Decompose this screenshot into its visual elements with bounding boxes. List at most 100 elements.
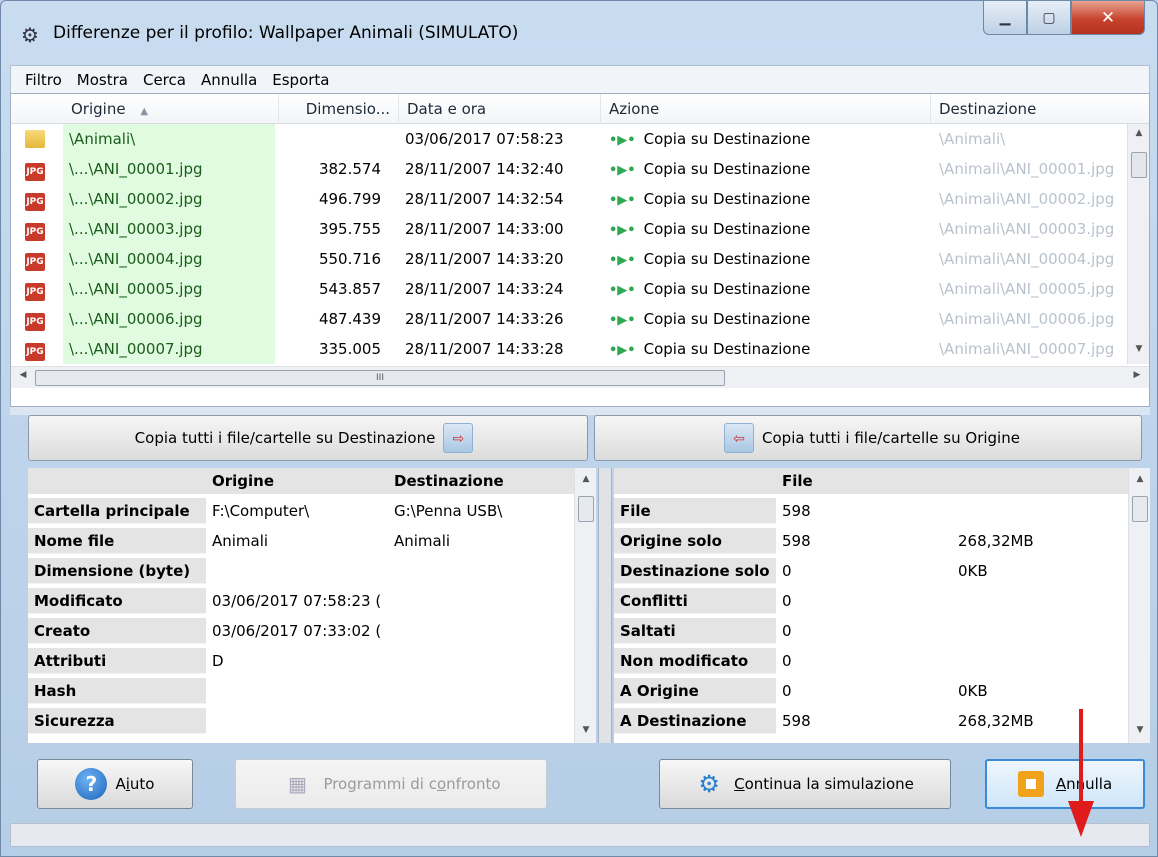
column-action[interactable]: Azione [601, 94, 931, 124]
window-title: Differenze per il profilo: Wallpaper Ani… [53, 23, 519, 43]
hscroll-thumb[interactable]: III [35, 370, 725, 386]
jpg-file-icon: JPG [25, 283, 45, 301]
scroll-up-icon[interactable]: ▲ [1128, 128, 1149, 144]
title-bar[interactable]: ⚙ Differenze per il profilo: Wallpaper A… [1, 1, 1157, 65]
minimize-button[interactable]: ▁ [983, 1, 1027, 35]
list-row[interactable]: JPG \...\ANI_00003.jpg 395.755 28/11/2007 1… [11, 214, 1129, 244]
compare-programs-button[interactable]: ▦ Programmi di confronto [235, 759, 547, 809]
scroll-down-icon[interactable]: ▼ [1128, 344, 1149, 360]
stats-row-count: 0 [782, 592, 792, 610]
stats-row-count: 598 [782, 532, 811, 550]
scroll-right-icon[interactable]: ▶ [1127, 370, 1147, 386]
details-row-origin: 03/06/2017 07:58:23 ( [212, 592, 382, 610]
scroll-left-icon[interactable]: ◀ [13, 370, 33, 386]
splitter[interactable] [10, 407, 1150, 415]
details-row-origin [206, 708, 388, 734]
column-destination[interactable]: Destinazione [931, 94, 1149, 124]
differences-list[interactable]: Origine ▲ Dimensio... Data e ora Azione … [10, 93, 1150, 407]
close-button[interactable]: ✕ [1071, 1, 1145, 35]
copy-all-to-destination-button[interactable]: Copia tutti i file/cartelle su Destinazi… [28, 415, 588, 461]
details-row: Creato 03/06/2017 07:33:02 ( [28, 618, 596, 644]
jpg-file-icon: JPG [25, 163, 45, 181]
row-date: 28/11/2007 14:33:26 [405, 310, 564, 328]
stats-row-count: 0 [782, 622, 792, 640]
row-origin: \...\ANI_00004.jpg [63, 244, 275, 274]
compare-programs-label: Programmi di confronto [323, 775, 501, 793]
menu-annulla[interactable]: Annulla [201, 71, 257, 89]
scroll-thumb[interactable] [1131, 152, 1147, 178]
list-row[interactable]: JPG \...\ANI_00007.jpg 335.005 28/11/2007 1… [11, 334, 1129, 364]
copy-arrow-icon: •▶• [609, 193, 636, 208]
help-button[interactable]: ? Aiuto [37, 759, 193, 809]
menu-esporta[interactable]: Esporta [272, 71, 329, 89]
stats-grid[interactable]: File ▲ ▼ File 598 Origine solo 598 268,32MB D… [614, 468, 1150, 743]
maximize-button[interactable]: ▢ [1027, 1, 1071, 35]
row-destination: \Animali\ANI_00001.jpg [939, 160, 1115, 178]
row-size: 550.716 [318, 250, 381, 268]
panel-divider[interactable] [598, 468, 612, 743]
details-row: Modificato 03/06/2017 07:58:23 ( [28, 588, 596, 614]
row-action: •▶• Copia su Destinazione [609, 220, 811, 238]
list-row[interactable]: JPG \...\ANI_00005.jpg 543.857 28/11/2007 1… [11, 274, 1129, 304]
row-origin: \...\ANI_00001.jpg [63, 154, 275, 184]
details-row-origin [206, 558, 388, 584]
copy-arrow-icon: •▶• [609, 283, 636, 298]
column-size[interactable]: Dimensio... [279, 94, 399, 124]
menu-bar: Filtro Mostra Cerca Annulla Esporta [10, 65, 1150, 93]
row-date: 28/11/2007 14:33:24 [405, 280, 564, 298]
list-row[interactable]: JPG \...\ANI_00004.jpg 550.716 28/11/2007 1… [11, 244, 1129, 274]
stats-row-count: 598 [782, 502, 811, 520]
profile-icon: ⚙ [21, 23, 39, 47]
stats-row-label: Saltati [614, 618, 776, 644]
row-origin: \...\ANI_00002.jpg [63, 184, 275, 214]
list-body: \Animali\ 03/06/2017 07:58:23 •▶• Copia su … [11, 124, 1129, 364]
cancel-button[interactable]: Annulla [985, 759, 1145, 809]
menu-filtro[interactable]: Filtro [25, 71, 62, 89]
continue-simulation-button[interactable]: ⚙ Continua la simulazione [659, 759, 951, 809]
details-grid[interactable]: Origine Destinazione ▲ ▼ Cartella princi… [28, 468, 596, 743]
details-scroll-up-icon[interactable]: ▲ [575, 474, 596, 484]
stats-row-size: 0KB [958, 682, 988, 700]
stats-row-count: 0 [782, 562, 792, 580]
list-vertical-scrollbar[interactable]: ▲ ▼ [1127, 124, 1149, 364]
row-date: 28/11/2007 14:33:00 [405, 220, 564, 238]
jpg-file-icon: JPG [25, 193, 45, 211]
jpg-file-icon: JPG [25, 313, 45, 331]
row-icon: JPG [11, 274, 63, 304]
list-header: Origine ▲ Dimensio... Data e ora Azione … [11, 94, 1149, 124]
details-row: Hash [28, 678, 596, 704]
list-row[interactable]: JPG \...\ANI_00006.jpg 487.439 28/11/2007 1… [11, 304, 1129, 334]
details-row: Attributi D [28, 648, 596, 674]
row-destination: \Animali\ANI_00004.jpg [939, 250, 1115, 268]
list-row[interactable]: JPG \...\ANI_00002.jpg 496.799 28/11/2007 1… [11, 184, 1129, 214]
row-size: 395.755 [318, 220, 381, 238]
list-row[interactable]: JPG \...\ANI_00001.jpg 382.574 28/11/2007 1… [11, 154, 1129, 184]
copy-all-to-origin-button[interactable]: ⇦ Copia tutti i file/cartelle su Origine [594, 415, 1142, 461]
column-date[interactable]: Data e ora [399, 94, 601, 124]
jpg-file-icon: JPG [25, 223, 45, 241]
folder-icon [25, 130, 45, 148]
stats-header-blank [614, 468, 776, 494]
row-date: 28/11/2007 14:32:54 [405, 190, 564, 208]
menu-mostra[interactable]: Mostra [77, 71, 128, 89]
row-destination: \Animali\ANI_00005.jpg [939, 280, 1115, 298]
row-destination: \Animali\ [939, 130, 1006, 148]
app-window: ⚙ Differenze per il profilo: Wallpaper A… [0, 0, 1158, 857]
row-icon: JPG [11, 154, 63, 184]
copy-to-origin-icon: ⇦ [724, 423, 755, 453]
row-action: •▶• Copia su Destinazione [609, 190, 811, 208]
list-horizontal-scrollbar[interactable]: ◀ III ▶ [11, 366, 1149, 388]
row-size [279, 124, 389, 154]
stats-scroll-up-icon[interactable]: ▲ [1129, 474, 1150, 484]
details-header-origin: Origine [206, 468, 388, 494]
row-destination: \Animali\ANI_00003.jpg [939, 220, 1115, 238]
row-origin: \Animali\ [63, 124, 275, 154]
sort-ascending-icon: ▲ [140, 106, 149, 117]
column-origin[interactable]: Origine ▲ [63, 94, 279, 124]
menu-cerca[interactable]: Cerca [143, 71, 186, 89]
details-row-label: Hash [28, 678, 206, 704]
list-row[interactable]: \Animali\ 03/06/2017 07:58:23 •▶• Copia su … [11, 124, 1129, 154]
stats-row-label: Destinazione solo [614, 558, 776, 584]
details-row-origin: D [212, 652, 224, 670]
stats-row-count: 0 [782, 652, 792, 670]
